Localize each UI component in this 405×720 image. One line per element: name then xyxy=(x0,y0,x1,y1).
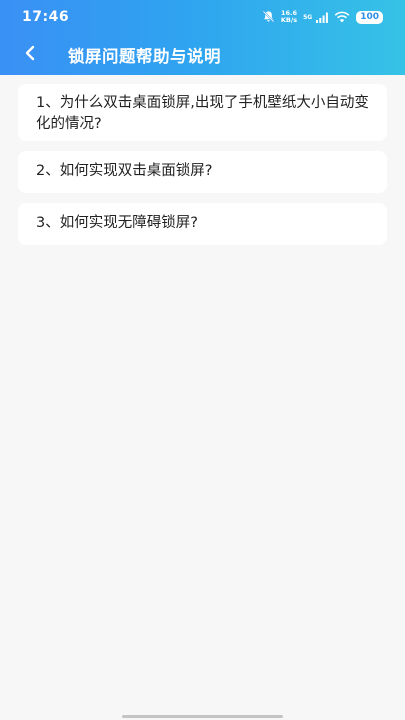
battery-indicator: 100 xyxy=(356,10,383,24)
mute-bell-icon xyxy=(262,8,275,27)
faq-item-1[interactable]: 1、为什么双击桌面锁屏,出现了手机壁纸大小自动变化的情况? xyxy=(18,84,387,141)
app-header: 17:46 16.6 KB/s 5G 100 锁屏问题帮助与说明 xyxy=(0,0,405,75)
navigation-bar: 锁屏问题帮助与说明 xyxy=(0,34,405,75)
home-indicator[interactable] xyxy=(122,715,283,718)
page-title: 锁屏问题帮助与说明 xyxy=(68,46,221,66)
status-time: 17:46 xyxy=(22,9,70,25)
back-button[interactable] xyxy=(10,34,50,75)
faq-item-3[interactable]: 3、如何实现无障碍锁屏? xyxy=(18,203,387,245)
status-bar: 17:46 16.6 KB/s 5G 100 xyxy=(0,0,405,34)
chevron-left-icon xyxy=(24,45,36,65)
cell-signal-icon xyxy=(316,8,329,27)
faq-list: 1、为什么双击桌面锁屏,出现了手机壁纸大小自动变化的情况? 2、如何实现双击桌面… xyxy=(18,84,387,255)
network-speed: 16.6 KB/s xyxy=(281,10,297,24)
faq-item-2[interactable]: 2、如何实现双击桌面锁屏? xyxy=(18,151,387,193)
status-icons: 16.6 KB/s 5G 100 xyxy=(262,8,383,27)
wifi-icon xyxy=(334,8,350,27)
network-speed-unit: KB/s xyxy=(280,16,298,24)
network-type: 5G xyxy=(303,13,313,21)
